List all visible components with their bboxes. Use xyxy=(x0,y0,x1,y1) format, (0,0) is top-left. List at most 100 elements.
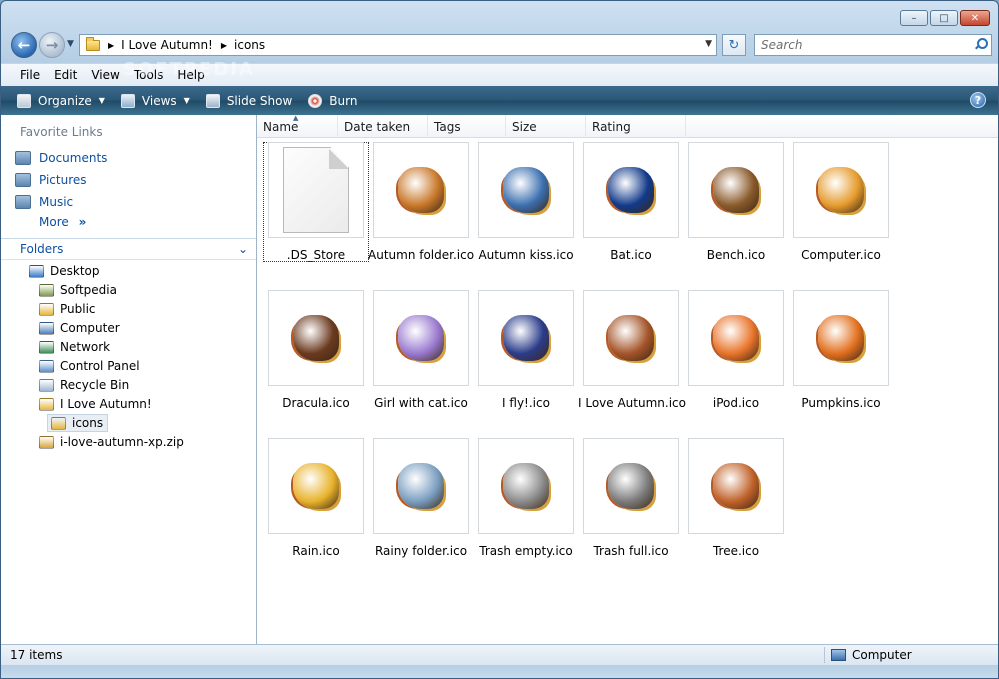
address-row: ← → ▼ ▶ I Love Autumn! ▶ icons ▼ ↻ xyxy=(9,31,992,59)
tree-item[interactable]: i-love-autumn-xp.zip xyxy=(39,433,184,451)
column-rating-label: Rating xyxy=(592,119,631,134)
tree-item[interactable]: Softpedia xyxy=(39,281,117,299)
file-thumbnail[interactable] xyxy=(268,438,364,534)
file-tile[interactable]: Rainy folder.ico xyxy=(368,438,474,558)
file-tile[interactable]: I fly!.ico xyxy=(473,290,579,410)
minimize-button[interactable]: – xyxy=(900,10,928,26)
close-button[interactable]: ✕ xyxy=(960,10,990,26)
slideshow-button[interactable]: Slide Show xyxy=(198,86,300,115)
search-input[interactable] xyxy=(761,38,961,52)
file-tile[interactable]: Rain.ico xyxy=(263,438,369,558)
status-location-label: Computer xyxy=(852,648,912,662)
tree-item[interactable]: Desktop xyxy=(29,262,100,280)
file-thumbnail[interactable] xyxy=(478,438,574,534)
file-thumbnail[interactable] xyxy=(793,142,889,238)
column-tags-label: Tags xyxy=(434,119,461,134)
network-icon xyxy=(39,340,54,354)
fav-pictures[interactable]: Pictures xyxy=(15,171,87,189)
tree-item[interactable]: Public xyxy=(39,300,96,318)
file-thumbnail[interactable] xyxy=(373,438,469,534)
file-tile[interactable]: Autumn folder.ico xyxy=(368,142,474,262)
file-tile[interactable]: Computer.ico xyxy=(788,142,894,262)
file-tile[interactable]: Trash empty.ico xyxy=(473,438,579,558)
file-thumbnail[interactable] xyxy=(268,290,364,386)
file-tile[interactable]: Girl with cat.ico xyxy=(368,290,474,410)
views-button[interactable]: Views ▼ xyxy=(113,86,198,115)
bat-icon xyxy=(608,167,654,213)
explorer-window: – □ ✕ ← → ▼ ▶ I Love Autumn! ▶ icons ▼ ↻… xyxy=(0,0,999,679)
tree-item[interactable]: Control Panel xyxy=(39,357,140,375)
file-thumbnail[interactable] xyxy=(478,142,574,238)
autumn-kiss-icon xyxy=(503,167,549,213)
file-thumbnail[interactable] xyxy=(268,142,364,238)
file-thumbnail[interactable] xyxy=(688,290,784,386)
burn-button[interactable]: Burn xyxy=(300,86,365,115)
file-tile[interactable]: .DS_Store xyxy=(263,142,369,262)
menu-view[interactable]: View xyxy=(84,68,126,82)
file-thumbnail[interactable] xyxy=(688,142,784,238)
column-tags[interactable]: Tags xyxy=(428,115,506,138)
double-chevron-icon: » xyxy=(78,215,87,229)
file-thumbnail[interactable] xyxy=(583,438,679,534)
file-thumbnail[interactable] xyxy=(793,290,889,386)
file-thumbnail[interactable] xyxy=(478,290,574,386)
fav-documents[interactable]: Documents xyxy=(15,149,107,167)
search-box[interactable] xyxy=(754,34,992,56)
file-thumbnail[interactable] xyxy=(583,290,679,386)
recent-pages-dropdown[interactable]: ▼ xyxy=(67,39,74,49)
status-divider xyxy=(824,647,825,663)
pictures-icon xyxy=(15,173,31,187)
tree-item[interactable]: Network xyxy=(39,338,110,356)
address-dropdown-icon[interactable]: ▼ xyxy=(705,39,712,49)
chevron-down-icon: ▼ xyxy=(98,96,105,105)
breadcrumb-arrow-icon[interactable]: ▶ xyxy=(108,41,114,50)
refresh-button[interactable]: ↻ xyxy=(722,34,746,56)
file-tile[interactable]: Tree.ico xyxy=(683,438,789,558)
tree-item[interactable]: Computer xyxy=(39,319,120,337)
file-thumbnail[interactable] xyxy=(688,438,784,534)
file-tile[interactable]: Autumn kiss.ico xyxy=(473,142,579,262)
tree-item[interactable]: icons xyxy=(47,414,109,432)
file-thumbnail[interactable] xyxy=(373,290,469,386)
menu-file[interactable]: File xyxy=(13,68,47,82)
file-thumbnail[interactable] xyxy=(583,142,679,238)
file-name: Bat.ico xyxy=(610,248,652,262)
forward-button[interactable]: → xyxy=(39,32,65,58)
column-date-taken[interactable]: Date taken xyxy=(338,115,428,138)
fav-music[interactable]: Music xyxy=(15,193,73,211)
computer-icon xyxy=(39,321,54,335)
file-tile[interactable]: I Love Autumn.ico xyxy=(578,290,686,410)
file-name: Trash full.ico xyxy=(593,544,669,558)
file-tile[interactable]: Dracula.ico xyxy=(263,290,369,410)
file-tile[interactable]: Bench.ico xyxy=(683,142,789,262)
breadcrumb-arrow-icon[interactable]: ▶ xyxy=(221,41,227,50)
help-icon[interactable]: ? xyxy=(970,92,986,108)
breadcrumb-icons[interactable]: icons xyxy=(234,38,265,52)
breadcrumb-i-love-autumn[interactable]: I Love Autumn! xyxy=(121,38,213,52)
chevron-down-icon[interactable]: ⌄ xyxy=(238,242,248,256)
fav-more-label: More xyxy=(39,215,69,229)
file-tile[interactable]: iPod.ico xyxy=(683,290,789,410)
fav-more-link[interactable]: More » xyxy=(39,215,86,229)
address-bar[interactable]: ▶ I Love Autumn! ▶ icons ▼ xyxy=(79,34,717,56)
tree-item-label: Computer xyxy=(60,321,120,335)
organize-button[interactable]: Organize ▼ xyxy=(9,86,113,115)
status-bar: 17 items Computer xyxy=(1,644,998,665)
file-thumbnail[interactable] xyxy=(373,142,469,238)
file-tile[interactable]: Bat.ico xyxy=(578,142,684,262)
maximize-button[interactable]: □ xyxy=(930,10,958,26)
file-tile[interactable]: Trash full.ico xyxy=(578,438,684,558)
file-tile[interactable]: Pumpkins.ico xyxy=(788,290,894,410)
tree-item[interactable]: I Love Autumn! xyxy=(39,395,152,413)
search-icon[interactable] xyxy=(974,38,988,50)
column-size[interactable]: Size xyxy=(506,115,586,138)
file-name: Pumpkins.ico xyxy=(801,396,881,410)
tree-item[interactable]: Recycle Bin xyxy=(39,376,129,394)
back-button[interactable]: ← xyxy=(11,32,37,58)
column-name[interactable]: ▲ Name xyxy=(257,114,338,138)
tree-item-label: Public xyxy=(60,302,96,316)
column-rating[interactable]: Rating xyxy=(586,115,686,138)
control-panel-icon xyxy=(39,359,54,373)
folders-header[interactable]: Folders ⌄ xyxy=(1,238,256,260)
menu-edit[interactable]: Edit xyxy=(47,68,84,82)
